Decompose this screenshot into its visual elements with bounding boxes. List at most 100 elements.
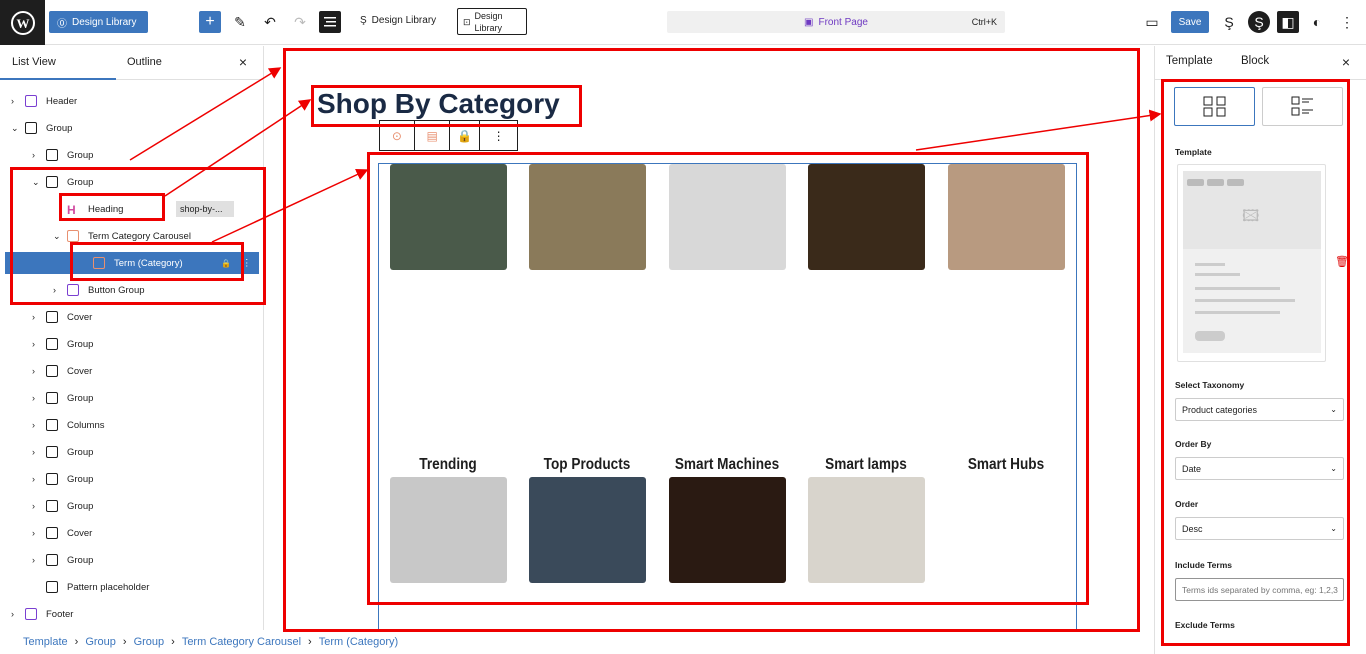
- breadcrumb-group[interactable]: Group: [85, 636, 116, 648]
- list-view-item-group[interactable]: › Group: [0, 495, 264, 517]
- group-icon: [46, 338, 58, 350]
- list-view-item-footer[interactable]: › Footer: [0, 603, 264, 625]
- tab-list-view[interactable]: List View: [0, 56, 116, 80]
- undo-icon[interactable]: ↶: [259, 11, 281, 33]
- document-overview-button[interactable]: [319, 11, 341, 33]
- stackable-icon[interactable]: Ş: [1218, 11, 1240, 33]
- list-view-item-group[interactable]: › Group: [0, 387, 264, 409]
- list-view-item-group[interactable]: › Group: [0, 468, 264, 490]
- tab-outline[interactable]: Outline: [127, 56, 162, 68]
- list-view-item-cover[interactable]: › Cover: [0, 306, 264, 328]
- preview-desktop-icon[interactable]: ▭: [1141, 11, 1163, 33]
- list-view-item-columns[interactable]: › Columns: [0, 414, 264, 436]
- chevron-right-icon[interactable]: ›: [32, 420, 35, 430]
- close-icon[interactable]: ×: [239, 54, 247, 70]
- options-menu-icon[interactable]: ⋮: [1336, 11, 1358, 33]
- list-view-item-group[interactable]: › Group: [0, 333, 264, 355]
- chevron-right-icon[interactable]: ›: [32, 501, 35, 511]
- category-title[interactable]: Smart Hubs: [947, 456, 1066, 474]
- category-title[interactable]: Top Products: [528, 456, 647, 474]
- category-image[interactable]: [390, 477, 507, 583]
- list-view-item-heading[interactable]: H Heading shop-by-...: [0, 198, 264, 220]
- chevron-right-icon[interactable]: ›: [32, 528, 35, 538]
- list-view-item-term-category[interactable]: Term (Category) 🔒 ⋮: [5, 252, 259, 274]
- template-preview[interactable]: 🖾: [1177, 164, 1326, 362]
- category-title[interactable]: Smart Machines: [668, 456, 787, 474]
- category-image[interactable]: [808, 164, 925, 270]
- save-button[interactable]: Save: [1171, 11, 1209, 33]
- list-view-item-pattern-placeholder[interactable]: Pattern placeholder: [0, 576, 264, 598]
- wordpress-logo-icon[interactable]: W: [0, 0, 45, 45]
- chevron-right-icon[interactable]: ›: [32, 474, 35, 484]
- list-view-item-label: Group: [67, 554, 94, 566]
- more-options-icon[interactable]: ⋮: [480, 121, 517, 150]
- chevron-right-icon[interactable]: ›: [53, 285, 56, 295]
- category-image[interactable]: [529, 164, 646, 270]
- chevron-right-icon[interactable]: ›: [11, 609, 14, 619]
- site-button[interactable]: ⓪ Design Library: [49, 11, 148, 33]
- breadcrumb-carousel[interactable]: Term Category Carousel: [182, 636, 301, 648]
- order-by-select[interactable]: Date ⌄: [1175, 457, 1344, 480]
- chevron-right-icon[interactable]: ›: [32, 447, 35, 457]
- list-view-item-header[interactable]: › Header: [0, 90, 264, 112]
- grid-layout-button[interactable]: [1174, 87, 1255, 126]
- pencil-tool-icon[interactable]: ✎: [229, 11, 251, 33]
- settings-sidebar-icon[interactable]: ◧: [1277, 11, 1299, 33]
- chevron-down-icon[interactable]: ⌄: [32, 177, 40, 188]
- list-view-item-label: Cover: [67, 365, 93, 377]
- tab-block[interactable]: Block: [1241, 55, 1269, 67]
- category-image[interactable]: [808, 477, 925, 583]
- item-options-icon[interactable]: ⋮: [242, 258, 252, 269]
- taxonomy-select[interactable]: Product categories ⌄: [1175, 398, 1344, 421]
- chevron-down-icon[interactable]: ⌄: [11, 123, 19, 134]
- list-icon: [1291, 96, 1313, 115]
- category-image[interactable]: [669, 477, 786, 583]
- category-image[interactable]: [390, 164, 507, 270]
- redo-icon[interactable]: ↷: [289, 11, 311, 33]
- breadcrumb-template[interactable]: Template: [23, 636, 68, 648]
- category-title[interactable]: Smart lamps: [807, 456, 926, 474]
- page-heading[interactable]: Shop By Category: [317, 88, 560, 120]
- list-view-item-group[interactable]: › Group: [0, 549, 264, 571]
- list-view-item-cover[interactable]: › Cover: [0, 522, 264, 544]
- list-view-item-term-category-carousel[interactable]: ⌄ Term Category Carousel: [0, 225, 264, 247]
- category-image[interactable]: [669, 164, 786, 270]
- list-view-item-button-group[interactable]: › Button Group: [0, 279, 264, 301]
- category-image[interactable]: [948, 164, 1065, 270]
- chevron-right-icon[interactable]: ›: [32, 312, 35, 322]
- category-title[interactable]: Trending: [389, 456, 508, 474]
- tab-template[interactable]: Template: [1166, 55, 1213, 67]
- chevron-right-icon[interactable]: ›: [32, 150, 35, 160]
- list-layout-button[interactable]: [1262, 87, 1343, 126]
- trash-icon[interactable]: 🗑: [1335, 255, 1349, 268]
- add-block-button[interactable]: +: [199, 11, 221, 33]
- list-view-item-group[interactable]: ⌄ Group: [0, 117, 264, 139]
- pattern-icon: [46, 581, 58, 593]
- design-library-button[interactable]: ⊡ Design Library: [457, 8, 527, 35]
- design-library-link[interactable]: Ş Design Library: [360, 15, 436, 26]
- carousel-block-icon[interactable]: ⊙: [380, 121, 415, 150]
- styles-icon[interactable]: ◐: [1306, 11, 1328, 33]
- chevron-right-icon[interactable]: ›: [32, 555, 35, 565]
- chevron-right-icon[interactable]: ›: [32, 366, 35, 376]
- chevron-down-icon[interactable]: ⌄: [53, 231, 61, 242]
- category-image[interactable]: [529, 477, 646, 583]
- chevron-right-icon[interactable]: ›: [32, 393, 35, 403]
- list-view-item-group[interactable]: › Group: [0, 144, 264, 166]
- plugin-icon[interactable]: Ş: [1248, 11, 1270, 33]
- list-view-item-group[interactable]: › Group: [0, 441, 264, 463]
- list-view-item-group[interactable]: ⌄ Group: [0, 171, 264, 193]
- breadcrumb-group-inner[interactable]: Group: [134, 636, 165, 648]
- order-select[interactable]: Desc ⌄: [1175, 517, 1344, 540]
- chevron-right-icon[interactable]: ›: [32, 339, 35, 349]
- term-block-icon[interactable]: ▤: [415, 121, 451, 150]
- order-by-label: Order By: [1175, 439, 1212, 449]
- command-palette[interactable]: ▣ Front Page Ctrl+K: [667, 11, 1005, 33]
- include-terms-input[interactable]: [1175, 578, 1344, 601]
- list-view-item-label: Group: [67, 392, 94, 404]
- list-view-item-cover[interactable]: › Cover: [0, 360, 264, 382]
- close-icon[interactable]: ×: [1342, 54, 1350, 70]
- chevron-right-icon[interactable]: ›: [11, 96, 14, 106]
- lock-icon[interactable]: 🔒: [450, 121, 481, 150]
- list-view-item-label: Term (Category): [114, 257, 183, 269]
